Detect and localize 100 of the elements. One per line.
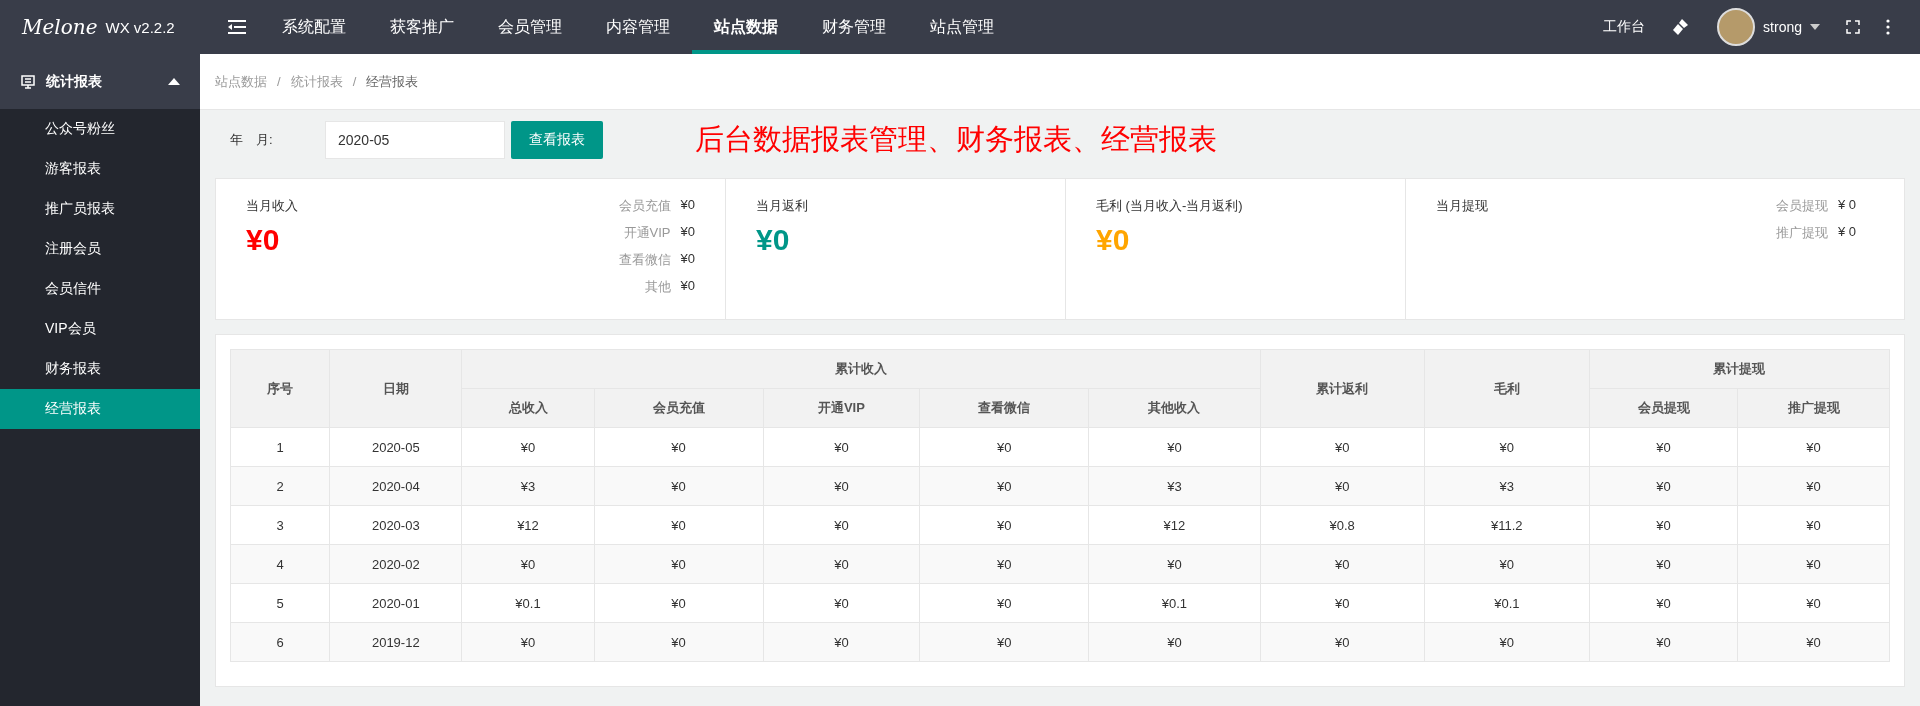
table-cell: ¥0 xyxy=(461,544,595,584)
table-cell: 2 xyxy=(230,466,330,506)
table-cell: ¥0 xyxy=(1737,466,1890,506)
table-cell: ¥0 xyxy=(1737,544,1890,584)
table-cell: ¥0 xyxy=(1260,544,1425,584)
column-header: 查看微信 xyxy=(919,388,1089,428)
card-title: 当月收入 xyxy=(246,197,299,215)
version-label: WX v2.2.2 xyxy=(105,18,175,36)
table-cell: ¥0 xyxy=(1589,544,1738,584)
table-cell: 1 xyxy=(230,427,330,467)
table-cell: ¥0 xyxy=(1589,505,1738,545)
breadcrumb-separator: / xyxy=(277,74,281,89)
table-cell: ¥0 xyxy=(1260,622,1425,662)
nav-tab[interactable]: 会员管理 xyxy=(476,0,584,54)
sidebar-item[interactable]: 公众号粉丝 xyxy=(0,109,200,149)
avatar[interactable] xyxy=(1717,8,1756,46)
table-cell: ¥0 xyxy=(594,622,764,662)
breadcrumb-link[interactable]: 经营报表 xyxy=(366,72,419,91)
table-cell: ¥0 xyxy=(1737,505,1890,545)
table-cell: ¥0 xyxy=(763,427,920,467)
sidebar-item[interactable]: 会员信件 xyxy=(0,269,200,309)
card-amount: ¥0 xyxy=(246,223,281,257)
column-header: 会员提现 xyxy=(1589,388,1738,428)
table-cell: ¥0 xyxy=(763,622,920,662)
table-cell: ¥0 xyxy=(1260,583,1425,623)
table-cell: 2019-12 xyxy=(329,622,462,662)
caret-icon[interactable] xyxy=(1810,24,1820,30)
table-cell: ¥0 xyxy=(919,427,1089,467)
table-cell: ¥0 xyxy=(1424,427,1590,467)
menu-icon[interactable] xyxy=(228,19,246,35)
table-cell: 2020-03 xyxy=(329,505,462,545)
detail-label: 其他 xyxy=(643,278,671,296)
username[interactable]: strong xyxy=(1763,19,1802,35)
year-month-label: 年 月: xyxy=(230,131,274,149)
table-cell: 6 xyxy=(230,622,330,662)
table-cell: ¥0 xyxy=(1589,427,1738,467)
column-header: 其他收入 xyxy=(1088,388,1261,428)
table-cell: ¥0 xyxy=(1088,427,1261,467)
column-header: 总收入 xyxy=(461,388,595,428)
report-icon xyxy=(20,73,36,90)
view-report-button[interactable]: 查看报表 xyxy=(511,121,603,159)
column-header: 累计收入 xyxy=(461,349,1261,389)
table-cell: ¥0 xyxy=(919,544,1089,584)
table-cell: ¥3 xyxy=(1088,466,1261,506)
table-cell: ¥0 xyxy=(763,583,920,623)
table-cell: 3 xyxy=(230,505,330,545)
nav-tab[interactable]: 内容管理 xyxy=(584,0,692,54)
breadcrumb-separator: / xyxy=(352,74,357,89)
detail-label: 会员提现 xyxy=(1775,197,1828,215)
detail-label: 查看微信 xyxy=(618,251,671,269)
nav-tab[interactable]: 站点管理 xyxy=(908,0,1016,54)
table-cell: 2020-02 xyxy=(329,544,462,584)
sidebar-item[interactable]: 经营报表 xyxy=(0,389,200,429)
table-cell: ¥0 xyxy=(1260,427,1425,467)
sidebar-item[interactable]: 游客报表 xyxy=(0,149,200,189)
table-cell: ¥0 xyxy=(1424,622,1590,662)
detail-value: ¥ 0 xyxy=(1837,197,1856,214)
table-cell: ¥0 xyxy=(1424,544,1590,584)
table-cell: ¥0 xyxy=(1088,544,1261,584)
detail-value: ¥0 xyxy=(680,197,695,214)
table-cell: ¥0 xyxy=(594,505,764,545)
card-title: 当月返利 xyxy=(756,197,809,215)
column-header: 会员充值 xyxy=(594,388,764,428)
table-cell: ¥0 xyxy=(763,544,920,584)
sidebar-item[interactable]: 注册会员 xyxy=(0,229,200,269)
fullscreen-icon[interactable] xyxy=(1846,20,1860,34)
table-cell: 2020-01 xyxy=(329,583,462,623)
detail-value: ¥0 xyxy=(680,251,695,268)
table-cell: 2020-05 xyxy=(329,427,462,467)
sidebar-item[interactable]: 推广员报表 xyxy=(0,189,200,229)
detail-value: ¥0 xyxy=(680,278,695,295)
nav-tab[interactable]: 财务管理 xyxy=(800,0,908,54)
column-header: 开通VIP xyxy=(763,388,920,428)
table-cell: ¥0 xyxy=(1260,466,1425,506)
table-cell: ¥0 xyxy=(919,622,1089,662)
card-title: 当月提现 xyxy=(1436,197,1489,215)
more-icon[interactable] xyxy=(1886,19,1890,35)
table-cell: ¥0 xyxy=(1737,427,1890,467)
detail-label: 会员充值 xyxy=(618,197,671,215)
table-cell: ¥0 xyxy=(594,583,764,623)
nav-tab[interactable]: 获客推广 xyxy=(368,0,476,54)
column-header: 毛利 xyxy=(1424,349,1590,428)
month-input[interactable]: 2020-05 xyxy=(325,121,505,159)
sidebar-group[interactable]: 统计报表 xyxy=(0,54,200,109)
table-cell: ¥0 xyxy=(1737,622,1890,662)
workbench-link[interactable]: 工作台 xyxy=(1603,18,1646,36)
card-amount: ¥0 xyxy=(756,223,791,257)
sidebar-item[interactable]: VIP会员 xyxy=(0,309,200,349)
table-cell: ¥0.8 xyxy=(1260,505,1425,545)
table-cell: 2020-04 xyxy=(329,466,462,506)
sidebar-item[interactable]: 财务报表 xyxy=(0,349,200,389)
table-cell: ¥0.1 xyxy=(461,583,595,623)
table-cell: ¥0.1 xyxy=(1424,583,1590,623)
table-cell: ¥0 xyxy=(763,466,920,506)
table-cell: ¥0 xyxy=(1589,622,1738,662)
table-cell: ¥0 xyxy=(461,622,595,662)
card-amount: ¥0 xyxy=(1096,223,1131,257)
table-cell: ¥12 xyxy=(1088,505,1261,545)
nav-tab[interactable]: 系统配置 xyxy=(260,0,368,54)
table-cell: ¥0 xyxy=(919,466,1089,506)
